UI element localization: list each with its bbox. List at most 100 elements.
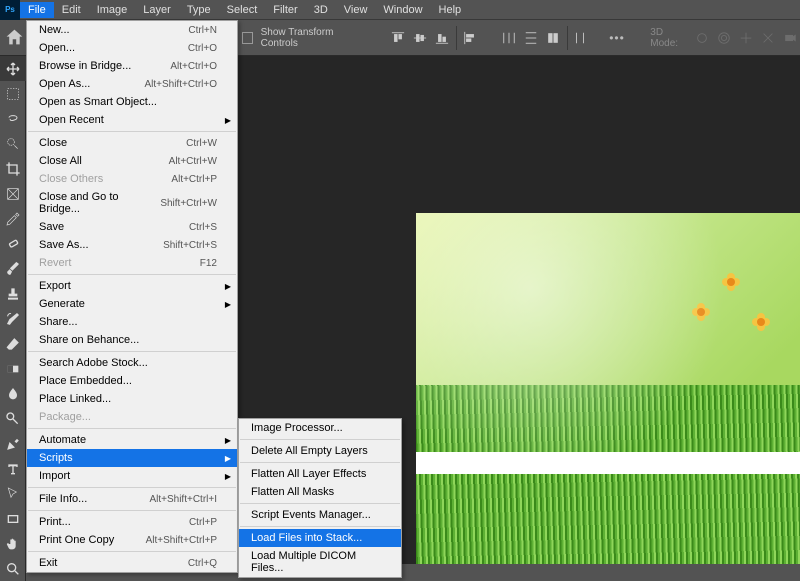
file-menu-item-exit[interactable]: ExitCtrl+Q xyxy=(27,554,237,572)
orbit-icon[interactable] xyxy=(692,28,712,48)
menu-item-label: Load Multiple DICOM Files... xyxy=(251,550,381,574)
file-menu-item-save-as[interactable]: Save As...Shift+Ctrl+S xyxy=(27,236,237,254)
scripts-menu-item-image-processor[interactable]: Image Processor... xyxy=(239,419,401,437)
file-menu-item-open[interactable]: Open...Ctrl+O xyxy=(27,39,237,57)
file-menu-item-generate[interactable]: Generate▶ xyxy=(27,295,237,313)
file-menu-item-browse-in-bridge[interactable]: Browse in Bridge...Alt+Ctrl+O xyxy=(27,57,237,75)
menu-filter[interactable]: Filter xyxy=(265,2,305,18)
document-image-2[interactable] xyxy=(416,454,800,564)
distribute-3-icon[interactable] xyxy=(543,28,563,48)
path-select-tool[interactable] xyxy=(0,481,26,506)
file-menu-item-close-all[interactable]: Close AllAlt+Ctrl+W xyxy=(27,152,237,170)
menu-select[interactable]: Select xyxy=(219,2,266,18)
distribute-single-icon[interactable] xyxy=(572,28,589,48)
file-menu-item-automate[interactable]: Automate▶ xyxy=(27,431,237,449)
menu-item-label: Place Linked... xyxy=(39,393,111,405)
file-menu-item-print-one-copy[interactable]: Print One CopyAlt+Shift+Ctrl+P xyxy=(27,531,237,549)
marquee-tool[interactable] xyxy=(0,81,26,106)
scripts-menu-item-load-files-into-stack[interactable]: Load Files into Stack... xyxy=(239,529,401,547)
menu-shortcut: Ctrl+N xyxy=(188,25,217,36)
distribute-2-icon[interactable] xyxy=(521,28,541,48)
file-menu-item-file-info[interactable]: File Info...Alt+Shift+Ctrl+I xyxy=(27,490,237,508)
file-menu-item-close-and-go-to-bridge[interactable]: Close and Go to Bridge...Shift+Ctrl+W xyxy=(27,188,237,218)
align-left-icon[interactable] xyxy=(461,28,478,48)
menu-separator xyxy=(28,551,236,552)
scale3d-icon[interactable] xyxy=(758,28,778,48)
file-menu-item-export[interactable]: Export▶ xyxy=(27,277,237,295)
menu-edit[interactable]: Edit xyxy=(54,2,89,18)
scripts-menu-item-delete-all-empty-layers[interactable]: Delete All Empty Layers xyxy=(239,442,401,460)
camera-icon[interactable] xyxy=(780,28,800,48)
quick-select-tool[interactable] xyxy=(0,131,26,156)
menu-3d[interactable]: 3D xyxy=(306,2,336,18)
menu-item-label: Scripts xyxy=(39,452,73,464)
submenu-arrow-icon: ▶ xyxy=(225,436,231,445)
scripts-menu-item-load-multiple-dicom-files[interactable]: Load Multiple DICOM Files... xyxy=(239,547,401,577)
menu-image[interactable]: Image xyxy=(89,2,136,18)
file-menu-item-share-on-behance[interactable]: Share on Behance... xyxy=(27,331,237,349)
lasso-tool[interactable] xyxy=(0,106,26,131)
document-image-1[interactable] xyxy=(416,213,800,465)
align-vcenter-icon[interactable] xyxy=(410,28,430,48)
eraser-tool[interactable] xyxy=(0,331,26,356)
healing-tool[interactable] xyxy=(0,231,26,256)
show-transform-checkbox[interactable] xyxy=(242,32,253,44)
file-menu-item-place-linked[interactable]: Place Linked... xyxy=(27,390,237,408)
menu-window[interactable]: Window xyxy=(375,2,430,18)
move3d-icon[interactable] xyxy=(736,28,756,48)
pan-icon[interactable] xyxy=(714,28,734,48)
file-menu-item-share[interactable]: Share... xyxy=(27,313,237,331)
file-menu-item-print[interactable]: Print...Ctrl+P xyxy=(27,513,237,531)
mode3d-icons xyxy=(692,28,800,48)
file-menu-item-open-as[interactable]: Open As... Alt+Shift+Ctrl+O xyxy=(27,75,237,93)
file-menu-item-open-as-smart-object[interactable]: Open as Smart Object... xyxy=(27,93,237,111)
blur-tool[interactable] xyxy=(0,381,26,406)
file-menu-item-new[interactable]: New...Ctrl+N xyxy=(27,21,237,39)
menu-type[interactable]: Type xyxy=(179,2,219,18)
eyedropper-tool[interactable] xyxy=(0,206,26,231)
file-menu-item-place-embedded[interactable]: Place Embedded... xyxy=(27,372,237,390)
move-tool[interactable] xyxy=(0,56,26,81)
file-menu-item-open-recent[interactable]: Open Recent▶ xyxy=(27,111,237,129)
menu-item-label: Import xyxy=(39,470,70,482)
flower-graphic xyxy=(692,303,710,321)
menu-item-label: Open As... xyxy=(39,78,90,90)
menu-item-label: Close Others xyxy=(39,173,103,185)
home-icon[interactable] xyxy=(4,26,25,50)
menu-layer[interactable]: Layer xyxy=(135,2,179,18)
file-menu-item-close[interactable]: CloseCtrl+W xyxy=(27,134,237,152)
distribute-1-icon[interactable] xyxy=(499,28,519,48)
file-menu-item-scripts[interactable]: Scripts▶ xyxy=(27,449,237,467)
brush-tool[interactable] xyxy=(0,256,26,281)
scripts-menu-item-script-events-manager[interactable]: Script Events Manager... xyxy=(239,506,401,524)
zoom-tool[interactable] xyxy=(0,556,26,581)
stamp-tool[interactable] xyxy=(0,281,26,306)
rectangle-tool[interactable] xyxy=(0,506,26,531)
menu-shortcut: Ctrl+Q xyxy=(188,558,217,569)
more-options-icon[interactable]: ••• xyxy=(609,31,625,45)
hand-tool[interactable] xyxy=(0,531,26,556)
menu-item-label: File Info... xyxy=(39,493,87,505)
scripts-menu-item-flatten-all-layer-effects[interactable]: Flatten All Layer Effects xyxy=(239,465,401,483)
file-menu-item-search-adobe-stock[interactable]: Search Adobe Stock... xyxy=(27,354,237,372)
dodge-tool[interactable] xyxy=(0,406,26,431)
menu-view[interactable]: View xyxy=(336,2,376,18)
menu-item-label: Print... xyxy=(39,516,71,528)
show-transform-label: Show Transform Controls xyxy=(257,27,363,49)
menu-shortcut: Alt+Shift+Ctrl+O xyxy=(144,79,217,90)
gradient-tool[interactable] xyxy=(0,356,26,381)
scripts-menu-item-flatten-all-masks[interactable]: Flatten All Masks xyxy=(239,483,401,501)
file-menu-item-save[interactable]: SaveCtrl+S xyxy=(27,218,237,236)
menu-help[interactable]: Help xyxy=(431,2,470,18)
submenu-arrow-icon: ▶ xyxy=(225,116,231,125)
align-top-icon[interactable] xyxy=(388,28,408,48)
align-bottom-icon[interactable] xyxy=(432,28,452,48)
crop-tool[interactable] xyxy=(0,156,26,181)
pen-tool[interactable] xyxy=(0,431,26,456)
frame-tool[interactable] xyxy=(0,181,26,206)
menu-file[interactable]: File xyxy=(20,2,54,18)
type-tool[interactable] xyxy=(0,456,26,481)
menu-shortcut: Alt+Ctrl+O xyxy=(170,61,217,72)
history-brush-tool[interactable] xyxy=(0,306,26,331)
file-menu-item-import[interactable]: Import▶ xyxy=(27,467,237,485)
